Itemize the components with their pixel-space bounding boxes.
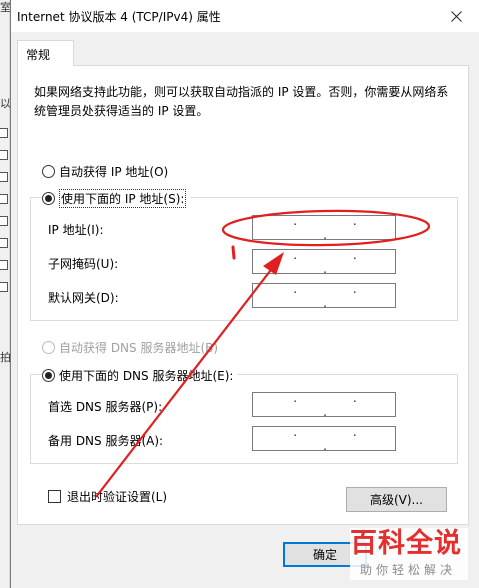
title-bar: Internet 协议版本 4 (TCP/IPv4) 属性 <box>11 0 479 32</box>
description-text: 如果网络支持此功能，则可以获取自动指派的 IP 设置。否则，你需要从网络系统管理… <box>34 85 449 118</box>
background-checkbox <box>0 216 8 226</box>
close-button[interactable] <box>433 0 479 32</box>
manual-ip-radio[interactable]: 使用下面的 IP 地址(S): <box>42 189 191 208</box>
manual-dns-radio[interactable]: 使用下面的 DNS 服务器地址(E): <box>42 367 238 384</box>
subnet-mask-input[interactable]: . . . <box>252 247 396 276</box>
window-title: Internet 协议版本 4 (TCP/IPv4) 属性 <box>17 10 221 24</box>
ip-address-label: IP 地址(I): <box>48 223 104 237</box>
radio-circle-selected <box>42 192 55 205</box>
default-gateway-input[interactable]: . . . <box>252 281 396 310</box>
validate-on-exit-checkbox[interactable]: 退出时验证设置(L) <box>48 488 167 505</box>
background-checkbox <box>0 282 8 292</box>
preferred-dns-label: 首选 DNS 服务器(P): <box>48 400 163 414</box>
ipv4-properties-dialog: Internet 协议版本 4 (TCP/IPv4) 属性 常规 如果网络支持此… <box>10 0 479 588</box>
background-checkbox <box>0 128 8 138</box>
alternate-dns-input[interactable]: . . . <box>252 424 396 453</box>
default-gateway-dots: . . . <box>293 281 383 310</box>
background-checkbox <box>0 150 8 160</box>
tab-general[interactable]: 常规 <box>17 40 74 66</box>
subnet-mask-label: 子网掩码(U): <box>48 257 119 271</box>
alternate-dns-dots: . . . <box>293 424 383 453</box>
background-checkbox <box>0 260 8 270</box>
subnet-mask-dots: . . . <box>293 247 383 276</box>
close-icon <box>450 10 462 22</box>
background-window: 室 以 拍 <box>0 0 11 588</box>
validate-on-exit-label: 退出时验证设置(L) <box>67 490 168 504</box>
background-checkbox <box>0 194 8 204</box>
ip-address-dots: . . . <box>293 213 383 242</box>
watermark-logo: 百科全说 助你轻松解决 <box>350 528 468 580</box>
manual-ip-label: 使用下面的 IP 地址(S): <box>59 189 187 208</box>
advanced-button[interactable]: 高级(V)... <box>346 487 447 512</box>
default-gateway-label: 默认网关(D): <box>48 291 119 305</box>
radio-circle <box>42 341 55 354</box>
alternate-dns-label: 备用 DNS 服务器(A): <box>48 434 164 448</box>
auto-dns-label: 自动获得 DNS 服务器地址(B) <box>59 341 219 355</box>
tab-general-label: 常规 <box>26 48 51 62</box>
watermark-subtext: 助你轻松解决 <box>360 563 457 577</box>
auto-ip-label: 自动获得 IP 地址(O) <box>59 165 169 179</box>
watermark-text: 百科全说 <box>350 528 462 559</box>
advanced-button-label: 高级(V)... <box>369 493 424 507</box>
manual-dns-label: 使用下面的 DNS 服务器地址(E): <box>59 369 234 383</box>
background-checkbox <box>0 238 8 248</box>
radio-circle <box>42 165 55 178</box>
auto-dns-radio[interactable]: 自动获得 DNS 服务器地址(B) <box>42 339 218 356</box>
background-checkbox <box>0 172 8 182</box>
radio-circle-selected <box>42 369 55 382</box>
ip-address-input[interactable]: . . . <box>252 213 396 242</box>
general-panel: 如果网络支持此功能，则可以获取自动指派的 IP 设置。否则，你需要从网络系统管理… <box>17 65 469 525</box>
auto-ip-radio[interactable]: 自动获得 IP 地址(O) <box>42 163 168 180</box>
checkbox-box <box>48 490 61 503</box>
preferred-dns-dots: . . . <box>293 390 383 419</box>
ok-button-label: 确定 <box>312 548 337 562</box>
preferred-dns-input[interactable]: . . . <box>252 390 396 419</box>
